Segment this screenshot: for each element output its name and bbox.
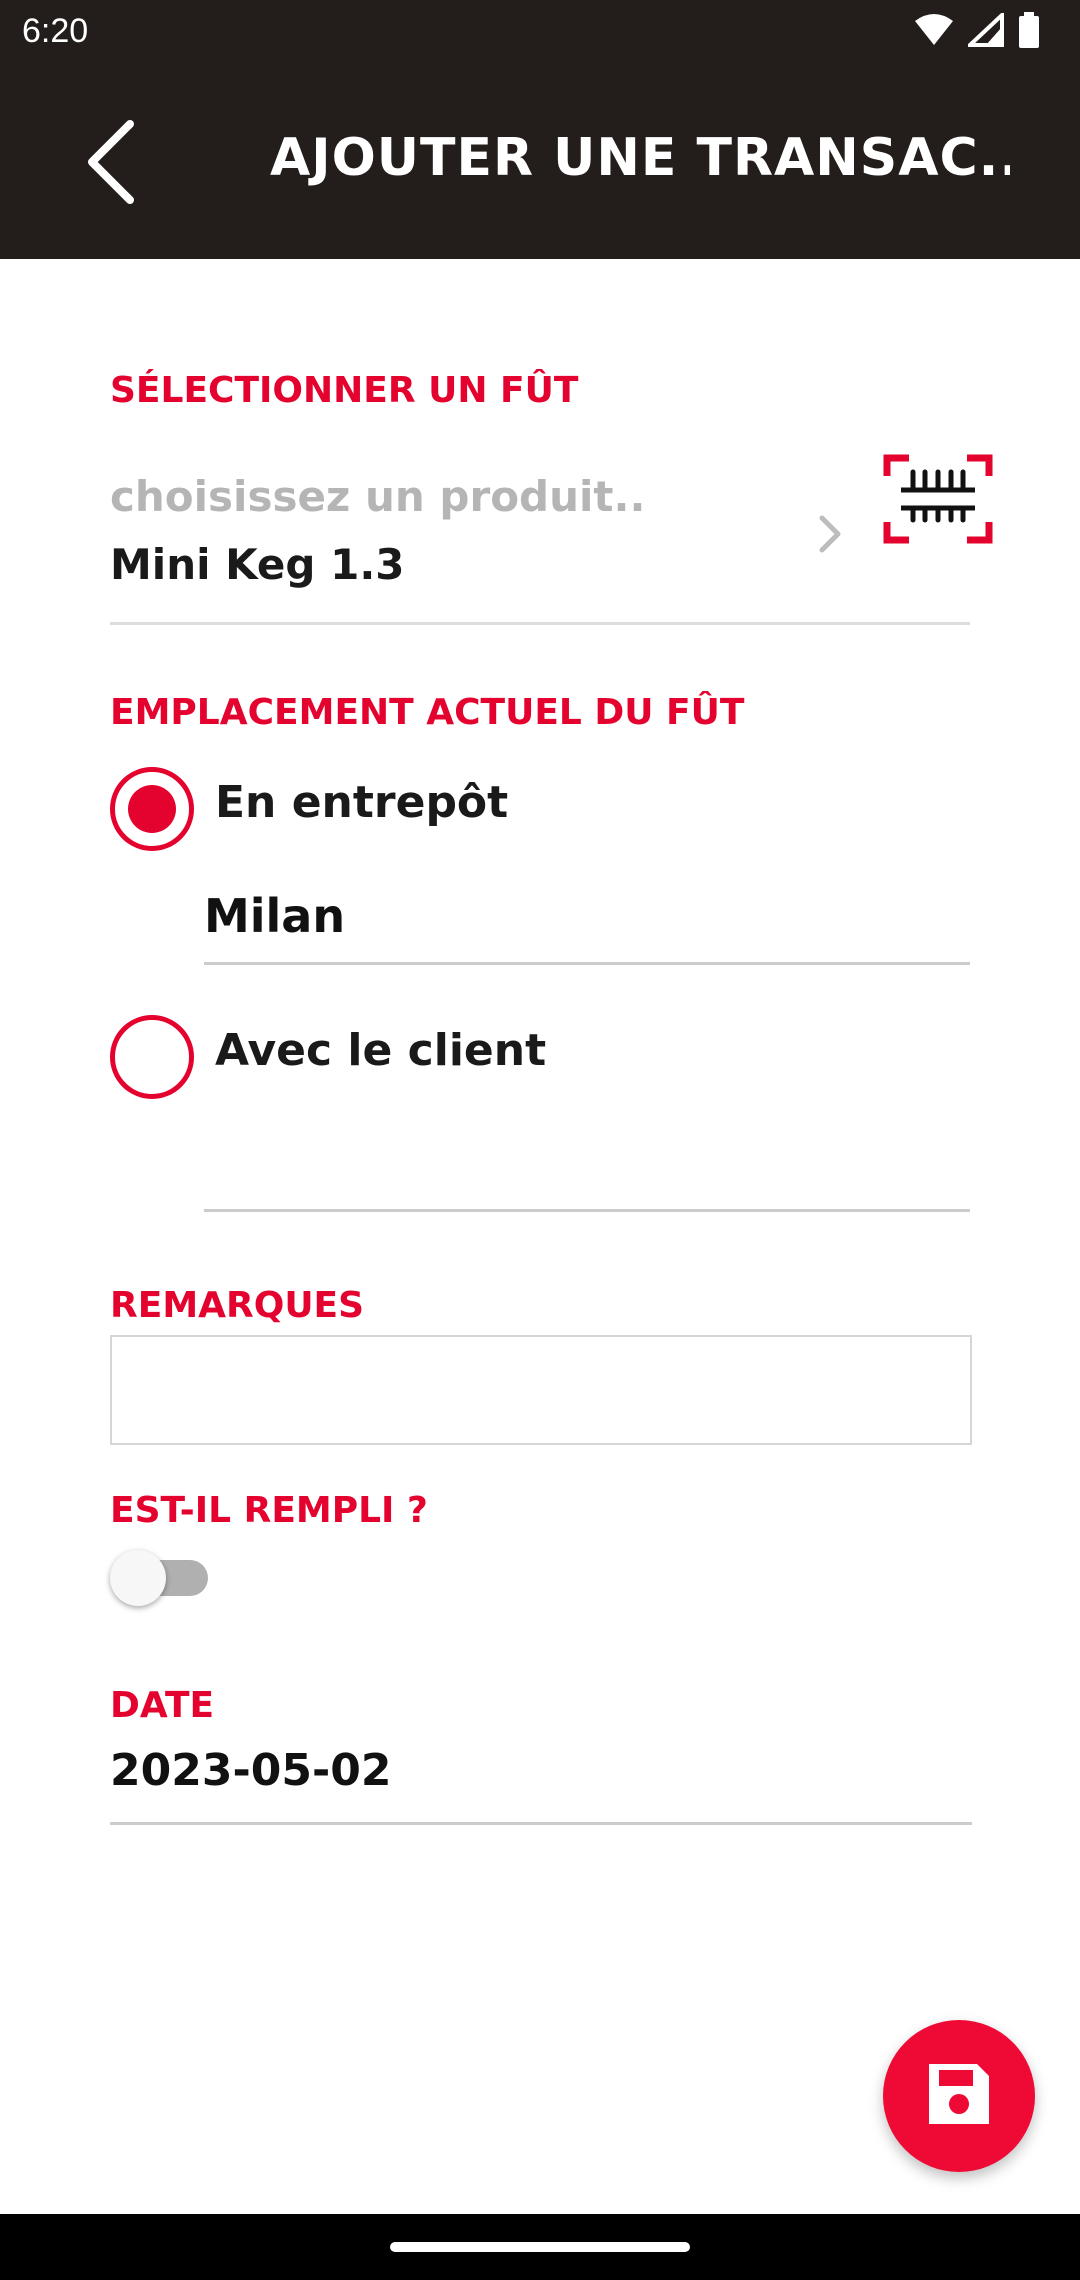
save-button[interactable]	[883, 2020, 1035, 2172]
remarks-input[interactable]	[110, 1335, 972, 1445]
product-selector[interactable]: choisissez un produit.. Mini Keg 1.3	[110, 454, 993, 625]
wifi-icon	[914, 13, 954, 51]
chevron-right-icon	[810, 512, 850, 556]
filled-toggle[interactable]	[110, 1548, 210, 1606]
warehouse-field[interactable]: Milan	[204, 875, 970, 965]
radio-label-warehouse: En entrepôt	[215, 777, 509, 828]
radio-label-client: Avec le client	[215, 1025, 547, 1076]
toggle-thumb	[110, 1550, 166, 1606]
signal-icon	[964, 10, 1004, 51]
radio-client[interactable]: Avec le client	[110, 1015, 970, 1105]
home-handle[interactable]	[390, 2242, 690, 2252]
product-value: Mini Keg 1.3	[110, 540, 405, 589]
radio-warehouse[interactable]: En entrepôt	[110, 767, 970, 857]
client-field[interactable]	[204, 1122, 970, 1212]
keg-section-label: SÉLECTIONNER UN FÛT	[110, 370, 579, 411]
status-time: 6:20	[22, 12, 89, 50]
status-icons	[914, 10, 1040, 52]
save-icon	[925, 2060, 993, 2132]
remarks-label: REMARQUES	[110, 1285, 365, 1326]
back-button[interactable]	[72, 114, 152, 214]
barcode-scan-icon[interactable]	[883, 454, 993, 544]
location-section-label: EMPLACEMENT ACTUEL DU FÛT	[110, 692, 745, 733]
radio-button[interactable]	[110, 767, 194, 851]
navigation-bar	[0, 2214, 1080, 2280]
date-field[interactable]: 2023-05-02	[110, 1745, 972, 1825]
back-arrow-icon	[84, 120, 140, 208]
date-label: DATE	[110, 1685, 215, 1726]
filled-label: EST-IL REMPLI ?	[110, 1490, 428, 1531]
product-placeholder: choisissez un produit..	[110, 472, 646, 521]
radio-selected-dot	[128, 785, 176, 833]
app-bar: AJOUTER UNE TRANSAC...	[0, 64, 1080, 259]
battery-icon	[1018, 12, 1040, 52]
page-title: AJOUTER UNE TRANSAC...	[270, 128, 1010, 188]
radio-button[interactable]	[110, 1015, 194, 1099]
status-bar: 6:20	[0, 0, 1080, 64]
